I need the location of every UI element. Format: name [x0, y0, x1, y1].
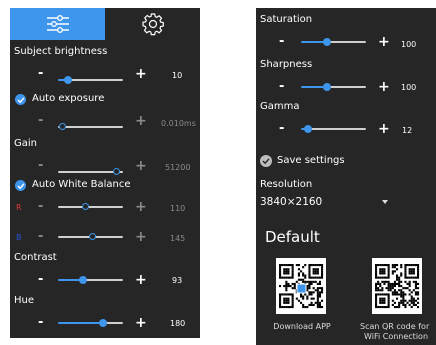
sliders-icon — [46, 15, 69, 33]
contrast-slider[interactable] — [58, 275, 123, 285]
gain-value: 51200 — [165, 163, 191, 172]
gain-slider[interactable] — [58, 167, 123, 177]
slider-track — [327, 86, 366, 88]
slider-thumb[interactable] — [304, 125, 312, 133]
sharpness-increase-button[interactable]: + — [378, 80, 390, 94]
contrast-value: 93 — [172, 276, 183, 285]
slider-thumb[interactable] — [64, 76, 72, 84]
blue-increase-button[interactable]: + — [135, 230, 147, 244]
gamma-value: 12 — [402, 126, 413, 135]
blue-channel-label: B — [16, 233, 22, 242]
red-channel-label: R — [16, 203, 22, 212]
contrast-increase-button[interactable]: + — [135, 273, 147, 287]
download-app-caption: Download APP — [273, 322, 331, 331]
slider-thumb[interactable] — [79, 276, 87, 284]
slider-track — [83, 279, 123, 281]
slider-track — [327, 41, 366, 43]
save-settings-label: Save settings — [277, 155, 345, 166]
subject-brightness-label: Subject brightness — [14, 46, 108, 57]
sharpness-slider[interactable] — [301, 82, 366, 92]
red-gain-slider[interactable] — [58, 202, 123, 212]
auto-white-balance-checkbox[interactable] — [15, 180, 26, 191]
exposure-increase-button[interactable]: + — [135, 114, 147, 128]
default-button[interactable]: Default — [265, 228, 320, 246]
gamma-decrease-button[interactable]: - — [279, 122, 284, 135]
wifi-caption-line2: WiFi Connection — [364, 332, 429, 341]
saturation-label: Saturation — [260, 14, 313, 25]
right-settings-panel: Saturation - + 100 Sharpness - + 100 Gam… — [256, 8, 436, 345]
hue-decrease-button[interactable]: - — [38, 316, 43, 329]
tab-settings[interactable] — [105, 8, 200, 40]
exposure-decrease-button[interactable]: - — [38, 114, 43, 127]
gamma-label: Gamma — [260, 101, 300, 112]
contrast-decrease-button[interactable]: - — [38, 273, 43, 286]
checkmark-icon — [17, 96, 25, 103]
subject-brightness-value: 10 — [172, 71, 183, 80]
red-gain-value: 110 — [170, 204, 186, 213]
tab-adjustments[interactable] — [10, 8, 105, 40]
slider-track — [68, 79, 123, 81]
slider-fill — [58, 171, 117, 173]
slider-thumb[interactable] — [99, 319, 107, 327]
sharpness-label: Sharpness — [260, 59, 313, 70]
download-app-qr-code — [276, 258, 326, 314]
dropdown-arrow-icon — [382, 200, 388, 204]
gain-increase-button[interactable]: + — [135, 159, 147, 173]
slider-fill — [58, 236, 93, 238]
auto-exposure-label: Auto exposure — [32, 93, 105, 104]
qr-code-icon — [375, 264, 420, 309]
sharpness-value: 100 — [401, 83, 417, 92]
slider-thumb[interactable] — [113, 168, 120, 175]
blue-gain-value: 145 — [170, 234, 186, 243]
exposure-slider[interactable] — [58, 122, 123, 132]
checkmark-icon — [262, 158, 270, 165]
subject-brightness-increase-button[interactable]: + — [135, 67, 147, 81]
gamma-slider[interactable] — [301, 124, 366, 134]
red-increase-button[interactable]: + — [135, 200, 147, 214]
slider-thumb[interactable] — [89, 233, 96, 240]
saturation-decrease-button[interactable]: - — [279, 35, 284, 48]
red-decrease-button[interactable]: - — [38, 200, 43, 213]
sharpness-decrease-button[interactable]: - — [279, 80, 284, 93]
gamma-increase-button[interactable]: + — [378, 122, 390, 136]
slider-track — [86, 206, 123, 208]
subject-brightness-slider[interactable] — [58, 75, 123, 85]
auto-white-balance-label: Auto White Balance — [32, 179, 131, 190]
wifi-qr-code — [372, 258, 422, 314]
exposure-value: 0.010ms — [161, 119, 196, 128]
saturation-increase-button[interactable]: + — [378, 35, 390, 49]
blue-gain-slider[interactable] — [58, 232, 123, 242]
hue-slider[interactable] — [58, 318, 123, 328]
slider-thumb[interactable] — [323, 38, 331, 46]
checkmark-icon — [17, 182, 25, 189]
slider-track — [308, 128, 366, 130]
contrast-label: Contrast — [14, 252, 57, 263]
gain-label: Gain — [14, 138, 37, 149]
tab-bar — [10, 8, 200, 40]
left-settings-panel: Subject brightness - + 10 Auto exposure … — [10, 8, 200, 338]
hue-value: 180 — [170, 319, 186, 328]
hue-increase-button[interactable]: + — [135, 316, 147, 330]
resolution-label: Resolution — [260, 179, 313, 190]
gain-decrease-button[interactable]: - — [38, 159, 43, 172]
blue-decrease-button[interactable]: - — [38, 230, 43, 243]
subject-brightness-decrease-button[interactable]: - — [38, 67, 43, 80]
slider-track — [93, 236, 123, 238]
saturation-value: 100 — [401, 40, 417, 49]
slider-track — [63, 126, 123, 128]
save-settings-checkbox[interactable] — [260, 155, 272, 167]
hue-label: Hue — [14, 295, 35, 306]
resolution-selected-value: 3840×2160 — [260, 196, 323, 208]
saturation-slider[interactable] — [301, 37, 366, 47]
gear-icon — [141, 13, 164, 36]
qr-code-icon — [279, 264, 324, 309]
auto-exposure-checkbox[interactable] — [15, 94, 26, 105]
slider-thumb[interactable] — [323, 83, 331, 91]
slider-fill — [58, 322, 103, 324]
slider-thumb[interactable] — [59, 123, 66, 130]
wifi-caption-line1: Scan QR code for — [360, 322, 430, 331]
resolution-dropdown[interactable]: 3840×2160 — [260, 194, 390, 212]
slider-thumb[interactable] — [82, 203, 89, 210]
